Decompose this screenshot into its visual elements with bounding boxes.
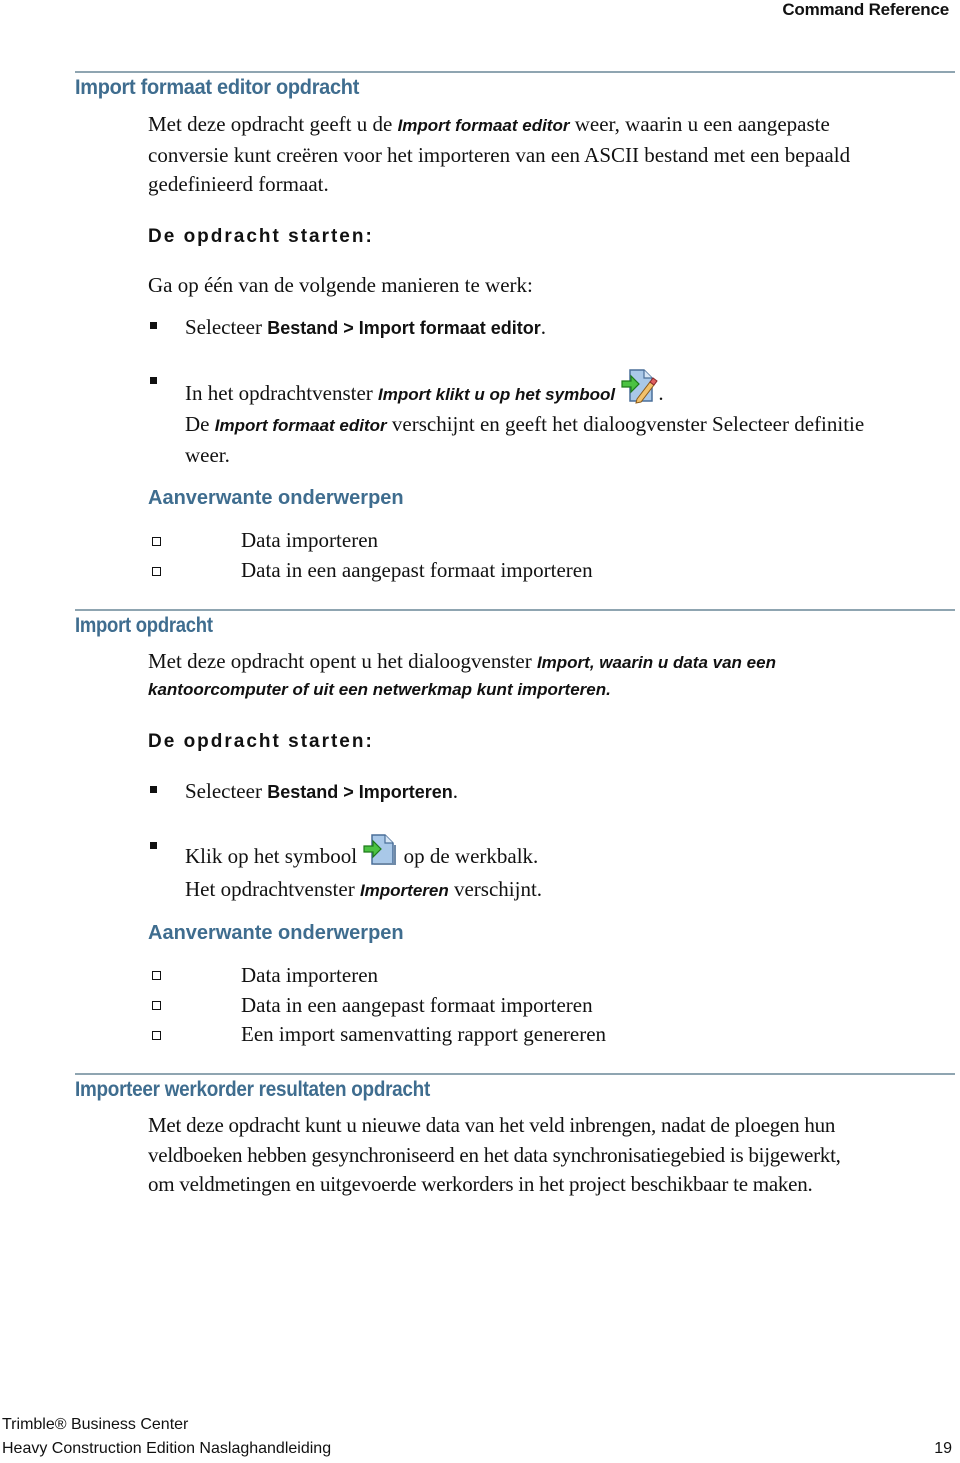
start-heading: De opdracht starten: (148, 226, 374, 247)
step-select-menu: Selecteer Bestand > Import formaat edito… (185, 315, 546, 339)
menu-path: Bestand > Importeren (267, 782, 453, 802)
step-select-menu: Selecteer Bestand > Importeren. (185, 779, 458, 803)
import-icon (362, 833, 398, 875)
menu-path: Bestand > Import formaat editor (267, 318, 541, 338)
section2-intro: Met deze opdracht opent u het dialoogven… (148, 649, 776, 699)
related-link-aangepast-formaat[interactable]: Data in een aangepast formaat importeren (241, 556, 593, 585)
checkbox-bullet-icon (152, 1031, 161, 1040)
bullet-icon (150, 786, 157, 793)
step-result-text: Het opdrachtvenster Importeren verschijn… (185, 877, 543, 901)
checkbox-bullet-icon (152, 567, 161, 576)
running-header-title: Command Reference (782, 0, 949, 19)
section-title-importeer-werkorder: Importeer werkorder resultaten opdracht (75, 1078, 430, 1101)
start-heading: De opdracht starten: (148, 731, 374, 752)
section3-body: Met deze opdracht kunt u nieuwe data van… (148, 1113, 841, 1196)
footer-product-name: Trimble® Business Center (2, 1416, 189, 1433)
bullet-icon (150, 322, 157, 329)
related-link-aangepast-formaat[interactable]: Data in een aangepast formaat importeren (241, 991, 593, 1020)
checkbox-bullet-icon (152, 537, 161, 546)
import-format-editor-icon (620, 368, 659, 412)
related-topics-heading: Aanverwante onderwerpen (148, 922, 404, 944)
checkbox-bullet-icon (152, 1001, 161, 1010)
section-divider (75, 71, 955, 73)
bullet-icon (150, 842, 157, 849)
related-topics-heading: Aanverwante onderwerpen (148, 487, 404, 509)
section-divider (75, 1073, 955, 1075)
step-click-symbol: In het opdrachtvenster Import klikt u op… (185, 368, 664, 412)
section-title-import: Import opdracht (75, 614, 213, 637)
related-link-data-importeren[interactable]: Data importeren (241, 526, 378, 555)
bullet-icon (150, 377, 157, 384)
step-result-text: De Import formaat editor verschijnt en g… (185, 412, 865, 467)
checkbox-bullet-icon (152, 971, 161, 980)
emphasis-import-formaat-editor: Import formaat editor (397, 116, 570, 135)
step-click-toolbar-symbol: Klik op het symbool op de werkbalk. (185, 833, 538, 875)
related-link-samenvatting-rapport[interactable]: Een import samenvatting rapport generere… (241, 1020, 606, 1049)
section-divider (75, 609, 955, 611)
instruction-text: Ga op één van de volgende manieren te we… (148, 273, 533, 297)
related-link-data-importeren[interactable]: Data importeren (241, 961, 378, 990)
page-number: 19 (934, 1440, 952, 1457)
section1-intro: Met deze opdracht geeft u de Import form… (148, 112, 851, 196)
section-title-import-format-editor: Import formaat editor opdracht (75, 76, 360, 99)
footer-edition-name: Heavy Construction Edition Naslaghandlei… (2, 1440, 332, 1457)
